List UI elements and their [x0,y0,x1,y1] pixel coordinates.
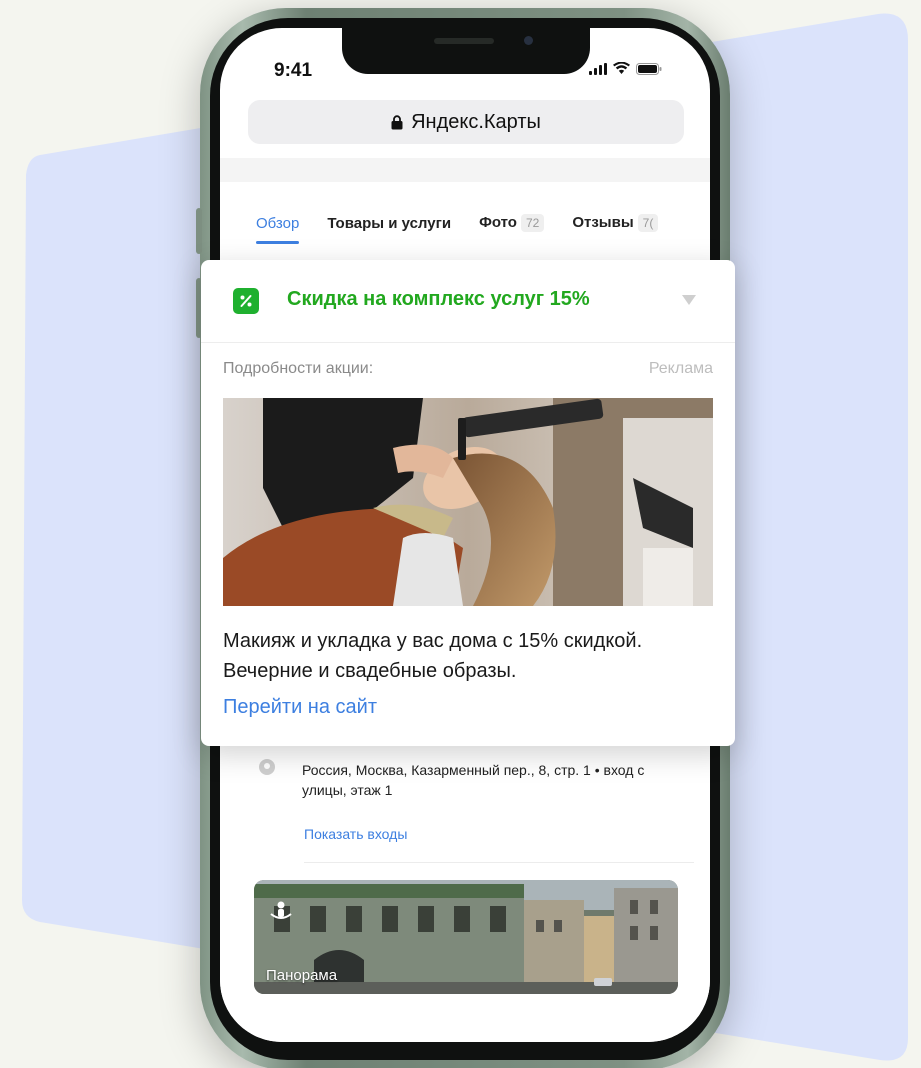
promo-title: Скидка на комплекс услуг 15% [287,288,590,310]
tab-photos[interactable]: Фото 72 [479,214,545,232]
address-text-block: Россия, Москва, Казарменный пер., 8, стр… [302,762,645,798]
promo-ad-card: Скидка на комплекс услуг 15% Подробности… [201,260,735,746]
phone-notch [342,28,590,74]
lock-icon [391,114,403,129]
tab-photos-label: Фото [479,214,517,231]
promo-photo[interactable] [223,398,713,606]
front-camera [524,36,533,45]
phone-side-button [196,208,202,254]
battery-icon [636,62,662,75]
status-time: 9:41 [274,60,313,81]
percent-icon [233,288,259,314]
chevron-down-icon[interactable] [681,294,697,306]
promo-header[interactable]: Скидка на комплекс услуг 15% [201,260,735,343]
place-tabs: Обзор Товары и услуги Фото 72 Отзывы 7( [256,214,659,244]
tab-goods-services[interactable]: Товары и услуги [327,215,451,232]
promo-details-label: Подробности акции: [223,360,374,377]
address-bar-text: Яндекс.Карты [411,110,541,133]
reviews-count-badge: 7( [637,214,659,232]
tab-goods-services-label: Товары и услуги [327,214,452,232]
tab-overview[interactable]: Обзор [256,214,300,244]
photos-count-badge: 72 [520,214,545,232]
tab-reviews[interactable]: Отзывы 7( [572,214,659,232]
panorama-label: Панорама [266,967,338,984]
tab-overview-label: Обзор [256,214,300,232]
panorama-preview[interactable]: Панорама [254,880,678,994]
wifi-icon [613,62,630,74]
address-divider [304,862,694,863]
promo-stage: 9:41 Яндекс.Карты Обзор Товары и услуги … [0,0,921,1068]
visit-site-link[interactable]: Перейти на сайт [223,696,377,719]
pin-wrapper [258,758,276,781]
panorama-icon [270,901,292,919]
signal-icon [589,62,607,75]
header-separator [220,158,710,182]
ad-marker: Реклама [648,360,713,377]
salon-photo [223,398,713,606]
show-entrances-link[interactable]: Показать входы [304,826,407,842]
browser-address-bar[interactable]: Яндекс.Карты [248,100,684,144]
tab-reviews-label: Отзывы [572,214,634,231]
speaker-grille [434,38,494,44]
status-icons [589,62,662,75]
promo-description: Макияж и укладка у вас дома с 15% скидко… [223,630,643,682]
address-pin-icon [259,759,275,775]
